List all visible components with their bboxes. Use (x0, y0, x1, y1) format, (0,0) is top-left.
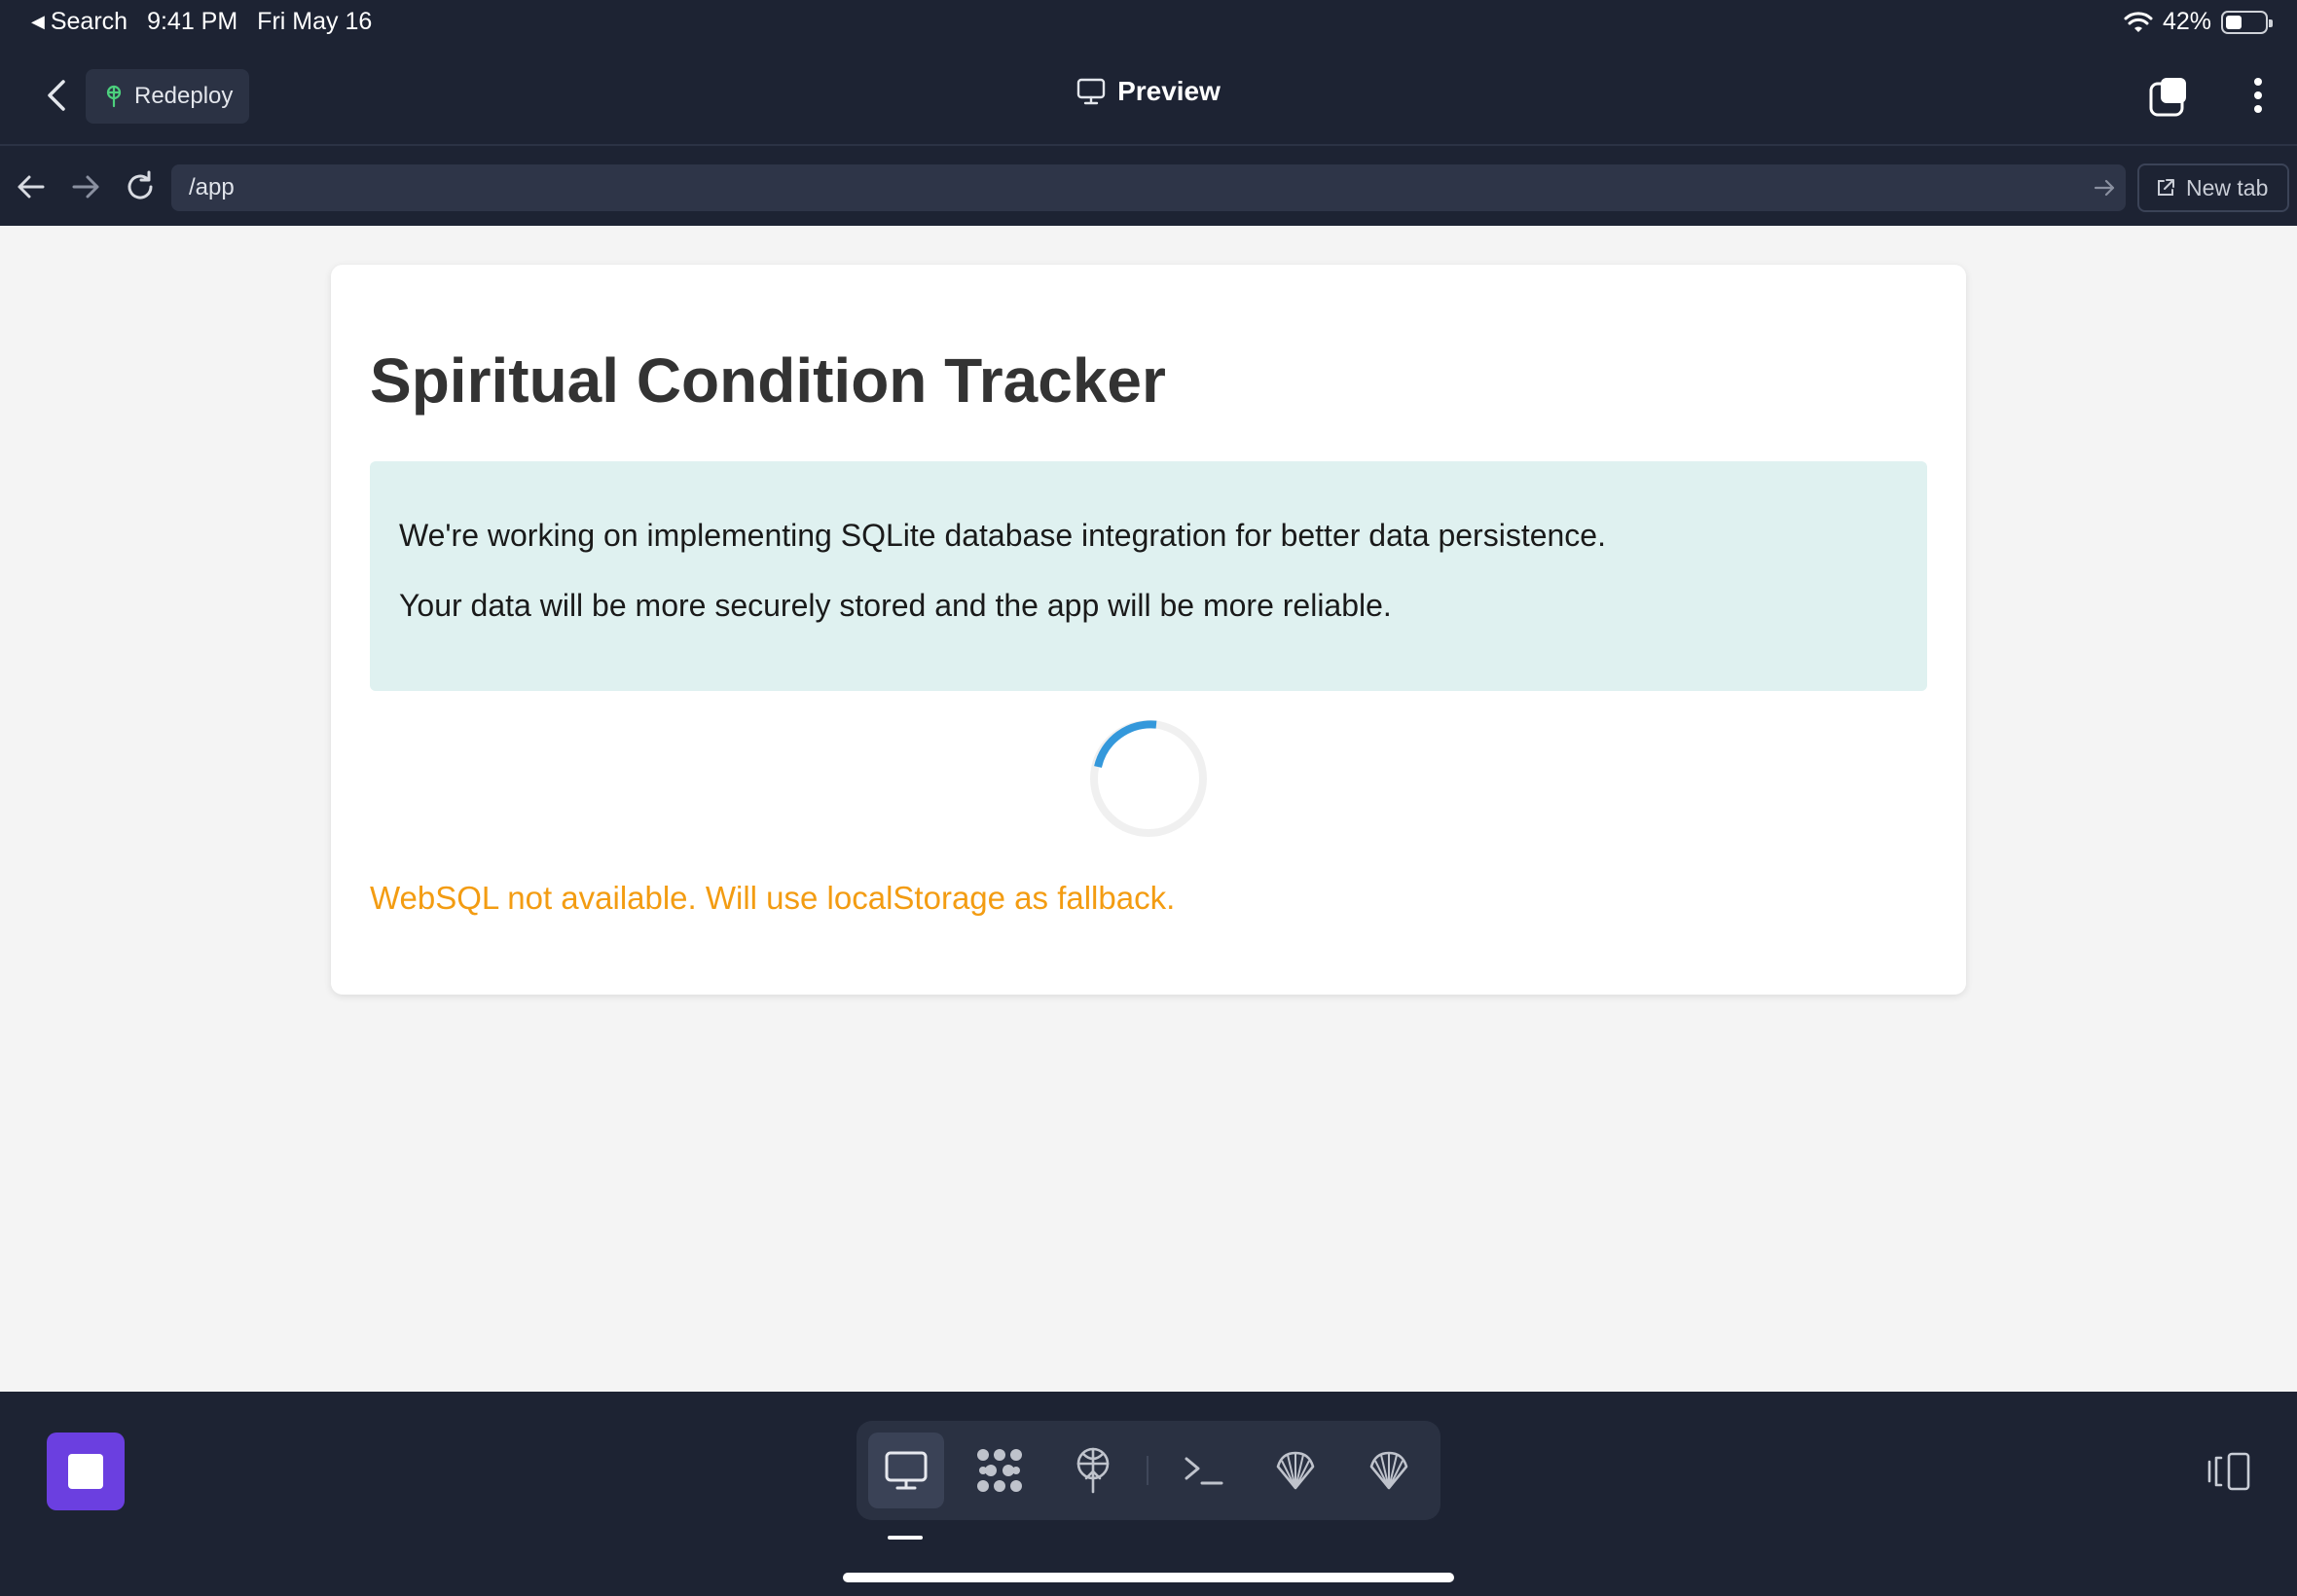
wifi-icon (2124, 11, 2153, 32)
bottom-dock (0, 1392, 2297, 1596)
page-title: Spiritual Condition Tracker (370, 345, 1166, 416)
tracker-card: Spiritual Condition Tracker We're workin… (331, 265, 1966, 995)
info-line-1: We're working on implementing SQLite dat… (399, 518, 1606, 553)
terminal-tool[interactable] (1166, 1433, 1242, 1508)
shell-tool[interactable] (1258, 1433, 1333, 1508)
monitor-icon (1076, 78, 1106, 105)
shell-icon (1276, 1451, 1315, 1490)
preview-title: Preview (0, 76, 2297, 107)
stop-icon (68, 1454, 103, 1489)
preview-label: Preview (1117, 76, 1221, 106)
go-arrow-icon[interactable] (2091, 174, 2118, 201)
home-indicator (843, 1573, 1454, 1582)
preview-tool[interactable] (868, 1433, 944, 1508)
packages-tool[interactable] (962, 1433, 1038, 1508)
reload-icon[interactable] (123, 169, 158, 204)
more-vertical-icon[interactable] (2246, 74, 2270, 117)
app-window: ◀ Search 9:41 PM Fri May 16 42% Redeploy… (0, 0, 2297, 1596)
shell-icon-2 (1369, 1451, 1408, 1490)
top-header: Redeploy Preview (0, 47, 2297, 146)
status-date: Fri May 16 (257, 8, 373, 35)
new-tab-label: New tab (2186, 174, 2269, 200)
url-input[interactable] (171, 164, 2079, 211)
preview-viewport: Spiritual Condition Tracker We're workin… (0, 226, 2297, 1392)
warning-message: WebSQL not available. Will use localStor… (370, 880, 1176, 916)
battery-percent: 42% (2162, 8, 2211, 35)
status-bar: ◀ Search 9:41 PM Fri May 16 42% (0, 0, 2297, 47)
external-link-icon (2158, 179, 2174, 196)
terminal-icon (1185, 1457, 1223, 1485)
deploy-tool[interactable] (1055, 1433, 1131, 1508)
tool-separator (1147, 1456, 1148, 1485)
loading-spinner-icon (1090, 720, 1207, 837)
tabs-icon[interactable] (2147, 76, 2190, 119)
back-app-label: Search (50, 8, 128, 35)
address-bar: New tab (0, 148, 2297, 226)
stop-button[interactable] (47, 1433, 125, 1510)
active-tool-indicator (888, 1536, 923, 1540)
back-to-app[interactable]: ◀ Search (31, 8, 128, 36)
deploy-icon (1076, 1447, 1110, 1494)
info-line-2: Your data will be more securely stored a… (399, 588, 1392, 623)
preview-icon (885, 1451, 928, 1490)
shell-tool-2[interactable] (1351, 1433, 1427, 1508)
packages-icon (977, 1449, 1022, 1492)
status-time: 9:41 PM (147, 8, 238, 35)
battery-icon (2221, 10, 2273, 34)
sidebar-toggle-icon[interactable] (2206, 1450, 2254, 1493)
arrow-right-icon[interactable] (68, 169, 103, 204)
new-tab-button[interactable]: New tab (2137, 163, 2289, 212)
arrow-left-icon[interactable] (14, 169, 49, 204)
info-box: We're working on implementing SQLite dat… (370, 461, 1927, 691)
tool-switcher (857, 1421, 1440, 1520)
back-triangle-icon: ◀ (31, 12, 45, 31)
